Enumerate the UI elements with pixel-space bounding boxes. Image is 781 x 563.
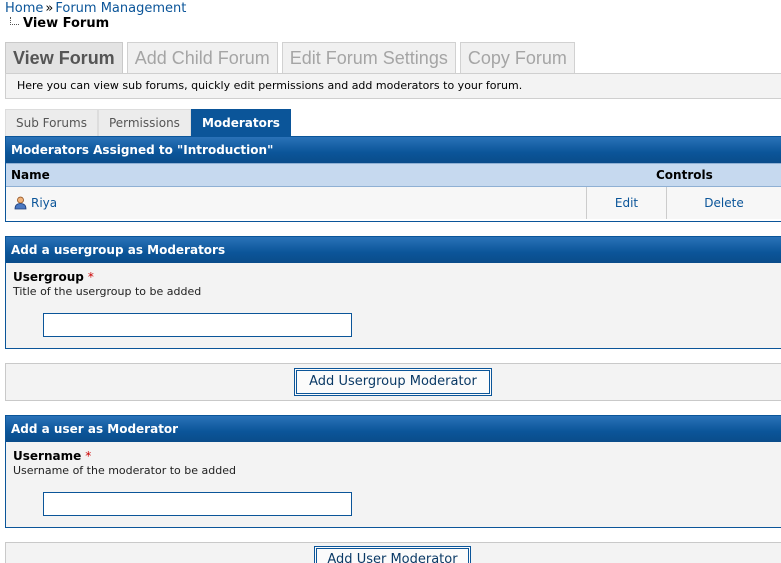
user-form-panel: Add a user as Moderator Username * Userna… xyxy=(5,415,781,528)
moderator-name-cell: Riya xyxy=(6,187,586,219)
sub-tabs: Sub Forums Permissions Moderators xyxy=(5,109,781,137)
tab-edit-forum-settings[interactable]: Edit Forum Settings xyxy=(281,42,456,74)
breadcrumb-current: View Forum xyxy=(10,17,109,31)
usergroup-input[interactable] xyxy=(43,313,352,337)
moderator-name-link[interactable]: Riya xyxy=(31,196,57,210)
tab-copy-forum[interactable]: Copy Forum xyxy=(459,42,575,74)
table-row: Riya Edit Delete xyxy=(6,187,781,219)
column-controls-header: Controls xyxy=(656,168,713,182)
edit-link[interactable]: Edit xyxy=(586,187,666,219)
moderators-table-header: Name Controls xyxy=(6,163,781,187)
moderators-panel-title: Moderators Assigned to "Introduction" xyxy=(6,137,781,163)
username-field-description: Username of the moderator to be added xyxy=(13,464,236,477)
main-tabs: View Forum Add Child Forum Edit Forum Se… xyxy=(5,42,579,74)
breadcrumb-forum-management-link[interactable]: Forum Management xyxy=(55,1,186,16)
username-label: Username xyxy=(13,449,82,463)
delete-link[interactable]: Delete xyxy=(666,187,781,219)
breadcrumb: Home» Forum Management xyxy=(5,2,186,16)
user-form-body: Username * Username of the moderator to b… xyxy=(6,442,781,527)
required-mark: * xyxy=(85,449,92,463)
breadcrumb-current-label: View Forum xyxy=(23,16,110,31)
usergroup-label: Usergroup xyxy=(13,270,84,284)
user-button-bar: Add User Moderator xyxy=(5,542,781,563)
subtab-sub-forums[interactable]: Sub Forums xyxy=(5,109,98,136)
column-name-header: Name xyxy=(11,168,50,182)
usergroup-form-panel: Add a usergroup as Moderators Usergroup *… xyxy=(5,236,781,349)
user-form-title: Add a user as Moderator xyxy=(6,416,781,442)
usergroup-form-body: Usergroup * Title of the usergroup to be … xyxy=(6,263,781,348)
usergroup-field-label: Usergroup * xyxy=(13,270,774,284)
add-user-moderator-button[interactable]: Add User Moderator xyxy=(314,546,471,563)
add-usergroup-moderator-button[interactable]: Add Usergroup Moderator xyxy=(294,368,492,396)
required-mark: * xyxy=(87,270,94,284)
tab-add-child-forum[interactable]: Add Child Forum xyxy=(126,42,278,74)
breadcrumb-home-link[interactable]: Home xyxy=(5,1,43,16)
tree-branch-icon xyxy=(10,17,19,25)
usergroup-form-title: Add a usergroup as Moderators xyxy=(6,237,781,263)
user-icon xyxy=(14,196,27,210)
tabs-description: Here you can view sub forums, quickly ed… xyxy=(5,73,781,99)
usergroup-button-bar: Add Usergroup Moderator xyxy=(5,363,781,401)
breadcrumb-separator: » xyxy=(45,1,54,16)
username-input[interactable] xyxy=(43,492,352,516)
usergroup-field-description: Title of the usergroup to be added xyxy=(13,285,202,298)
subtab-moderators[interactable]: Moderators xyxy=(190,109,291,136)
username-field-label: Username * xyxy=(13,449,774,463)
subtab-permissions[interactable]: Permissions xyxy=(97,109,191,136)
moderators-panel: Moderators Assigned to "Introduction" Na… xyxy=(5,137,781,222)
tab-view-forum[interactable]: View Forum xyxy=(5,42,123,74)
